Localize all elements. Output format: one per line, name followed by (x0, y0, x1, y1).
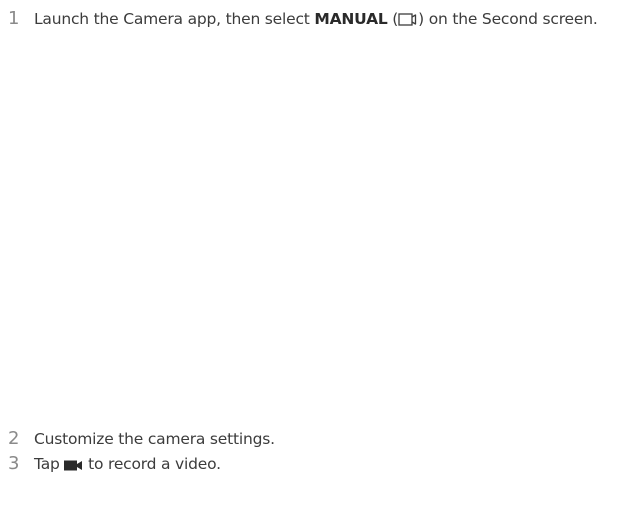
step-text-part: Launch the Camera app, then select (34, 10, 315, 28)
step-number: 1 (8, 8, 20, 29)
step-number: 3 (8, 453, 20, 474)
step-text: Launch the Camera app, then select MANUA… (34, 7, 612, 34)
paren-open: ( (387, 10, 399, 28)
step-3: 3 Tap to record a video. (8, 452, 612, 479)
step-number: 2 (8, 428, 20, 449)
manual-mode-label: MANUAL (314, 10, 388, 28)
manual-video-mode-icon (398, 10, 418, 34)
step-1: 1 Launch the Camera app, then select MAN… (8, 7, 612, 34)
step-text-part: Tap (34, 455, 65, 473)
step-text-part: to record a video. (83, 455, 221, 473)
step-2: 2 Customize the camera settings. (8, 427, 612, 451)
step-text-part: on the Second screen. (424, 10, 598, 28)
step-text: Customize the camera settings. (34, 430, 275, 448)
step-text: Tap to record a video. (34, 452, 612, 479)
record-video-icon (64, 455, 83, 479)
